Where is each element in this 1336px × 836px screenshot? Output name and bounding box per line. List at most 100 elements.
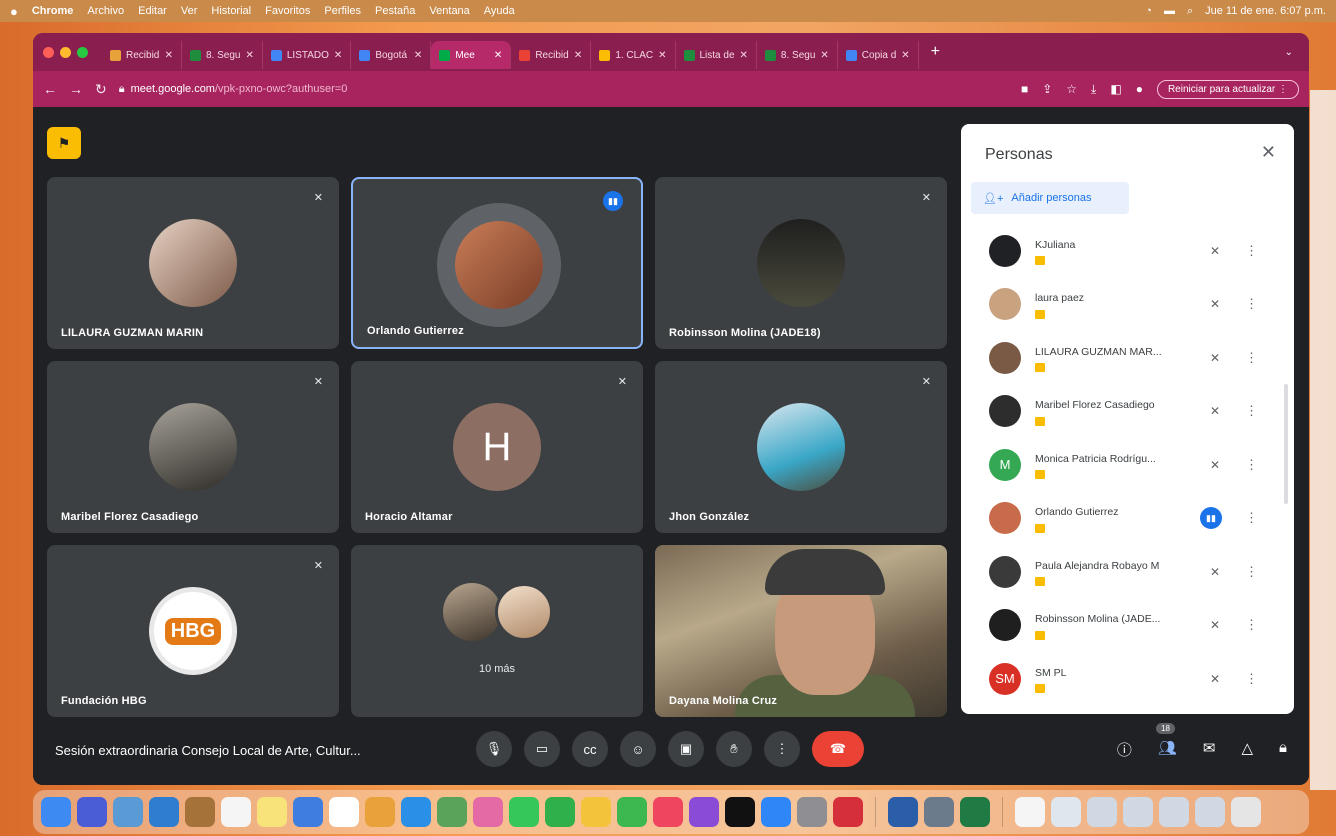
people-list-item[interactable]: SM SM PL ✕ ⋮ [961,652,1294,706]
menubar-item[interactable]: Ventana [429,5,469,17]
meeting-title[interactable]: Sesión extraordinaria Consejo Local de A… [55,743,435,758]
acrobat-icon[interactable] [833,797,863,827]
menubar-item[interactable]: Ver [181,5,198,17]
people-list-item[interactable]: Orlando Gutierrez ▮▮ ⋮ [961,492,1294,546]
more-vert-icon[interactable]: ⋮ [1245,350,1258,366]
back-arrow-icon[interactable]: ← [43,81,57,97]
participant-tile[interactable]: ✕ LILAURA GUZMAN MARIN [47,177,339,349]
menubar-item[interactable]: Favoritos [265,5,310,17]
people-icon[interactable]: 👥︎ [1158,739,1177,760]
launchpad-icon[interactable] [77,797,107,827]
mission-control-icon[interactable] [113,797,143,827]
raise-hand-button[interactable]: ✋︎ [716,731,752,767]
close-icon[interactable]: ✕ [1261,142,1276,163]
mail-icon[interactable] [149,797,179,827]
menubar-item[interactable]: Archivo [87,5,124,17]
more-vert-icon[interactable]: ⋮ [1245,564,1258,580]
browser-tab[interactable]: Recibid ✕ [102,41,182,69]
reload-icon[interactable]: ↻ [95,81,107,98]
browser-tab[interactable]: Copia d ✕ [838,41,919,69]
participant-tile[interactable]: ✕ HBG Fundación HBG [47,545,339,717]
reactions-button[interactable]: ☺ [620,731,656,767]
people-list-item[interactable]: Robinsson Molina (JADE... ✕ ⋮ [961,599,1294,653]
close-tab-icon[interactable]: ✕ [740,50,748,61]
menubar-item[interactable]: Pestaña [375,5,415,17]
preview-icon[interactable] [924,797,954,827]
people-list-item[interactable]: Maribel Florez Casadiego ✕ ⋮ [961,385,1294,439]
numbers-icon[interactable] [617,797,647,827]
photo-booth-icon[interactable] [473,797,503,827]
muted-mic-icon[interactable]: ✕ [1210,565,1220,579]
browser-tab[interactable]: Lista de ✕ [676,41,757,69]
more-vert-icon[interactable]: ⋮ [1245,617,1258,633]
browser-tab[interactable]: Recibid ✕ [511,41,592,69]
browser-tab[interactable]: LISTADO ✕ [263,41,352,69]
minimized-window-icon[interactable] [1123,797,1153,827]
calendar-icon[interactable] [221,797,251,827]
more-vert-icon[interactable]: ⋮ [1245,296,1258,312]
podcasts-icon[interactable] [689,797,719,827]
menubar-clock[interactable]: Jue 11 de ene. 6:07 p.m. [1205,5,1326,17]
document-icon[interactable] [1015,797,1045,827]
muted-mic-icon[interactable]: ✕ [1210,672,1220,686]
muted-mic-icon[interactable]: ✕ [1210,618,1220,632]
people-list-item[interactable]: Paula Alejandra Robayo M ✕ ⋮ [961,545,1294,599]
captions-button[interactable]: cc [572,731,608,767]
more-vert-icon[interactable]: ⋮ [1245,243,1258,259]
muted-mic-icon[interactable]: ✕ [1210,351,1220,365]
battery-icon[interactable]: ▬ [1164,5,1175,17]
menubar-item[interactable]: Perfiles [324,5,361,17]
camera-button[interactable]: ▭ [524,731,560,767]
search-icon[interactable]: ⌕ [1187,5,1193,18]
notes-icon[interactable] [257,797,287,827]
close-tab-icon[interactable]: ✕ [494,50,502,61]
more-vert-icon[interactable]: ⋮ [1245,510,1258,526]
participant-tile[interactable]: ✕ Maribel Florez Casadiego [47,361,339,533]
close-tab-icon[interactable]: ✕ [245,50,253,61]
host-controls-badge[interactable]: ⚑ [47,127,81,159]
profile-icon[interactable]: ● [1136,82,1143,96]
contacts-icon[interactable] [185,797,215,827]
close-tab-icon[interactable]: ✕ [165,50,173,61]
participant-tile[interactable]: ✕ Jhon González [655,361,947,533]
minimized-window-icon[interactable] [1087,797,1117,827]
maps-icon[interactable] [293,797,323,827]
pages-icon[interactable] [581,797,611,827]
browser-tab[interactable]: 1. CLAC ✕ [591,41,676,69]
participant-tile[interactable]: ✕ H Horacio Altamar [351,361,643,533]
tv-icon[interactable] [725,797,755,827]
chrome-icon[interactable] [365,797,395,827]
host-controls-lock-icon[interactable]: 🔒︎ [1279,739,1287,760]
more-vert-icon[interactable]: ⋮ [1245,403,1258,419]
menubar-item[interactable]: Ayuda [484,5,515,17]
app-store-icon[interactable] [761,797,791,827]
downloads-stack-icon[interactable] [1051,797,1081,827]
browser-tab[interactable]: 8. Segu ✕ [182,41,263,69]
minimized-window-icon[interactable] [1195,797,1225,827]
omnibox[interactable]: 🔒︎ meet.google.com/vpk-pxno-owc?authuser… [119,83,1009,96]
muted-mic-icon[interactable]: ✕ [1210,404,1220,418]
bookmark-star-icon[interactable]: ☆ [1066,82,1077,96]
messages-icon[interactable] [509,797,539,827]
muted-mic-icon[interactable]: ✕ [1210,458,1220,472]
browser-tab[interactable]: Bogotá ✕ [351,41,432,69]
muted-mic-icon[interactable]: ✕ [1210,244,1220,258]
people-list-item[interactable]: laura paez ✕ ⋮ [961,278,1294,332]
muted-mic-icon[interactable]: ✕ [1210,297,1220,311]
zoom-window-button[interactable] [77,46,88,58]
camera-indicator-icon[interactable]: ■ [1021,82,1028,96]
reminders-icon[interactable] [329,797,359,827]
more-vert-icon[interactable]: ⋮ [1245,457,1258,473]
wifi-icon[interactable]: ◔ [1145,5,1152,17]
panel-scrollbar[interactable] [1284,384,1288,504]
chat-icon[interactable]: ✉ [1203,739,1216,760]
forward-arrow-icon[interactable]: → [69,81,83,97]
close-tab-icon[interactable]: ✕ [414,50,422,61]
close-tab-icon[interactable]: ✕ [901,50,909,61]
safari-icon[interactable] [401,797,431,827]
finder-icon[interactable] [41,797,71,827]
menubar-item[interactable]: Editar [138,5,167,17]
minimized-window-icon[interactable] [1159,797,1189,827]
minimize-window-button[interactable] [60,46,71,58]
more-vert-icon[interactable]: ⋮ [1245,671,1258,687]
